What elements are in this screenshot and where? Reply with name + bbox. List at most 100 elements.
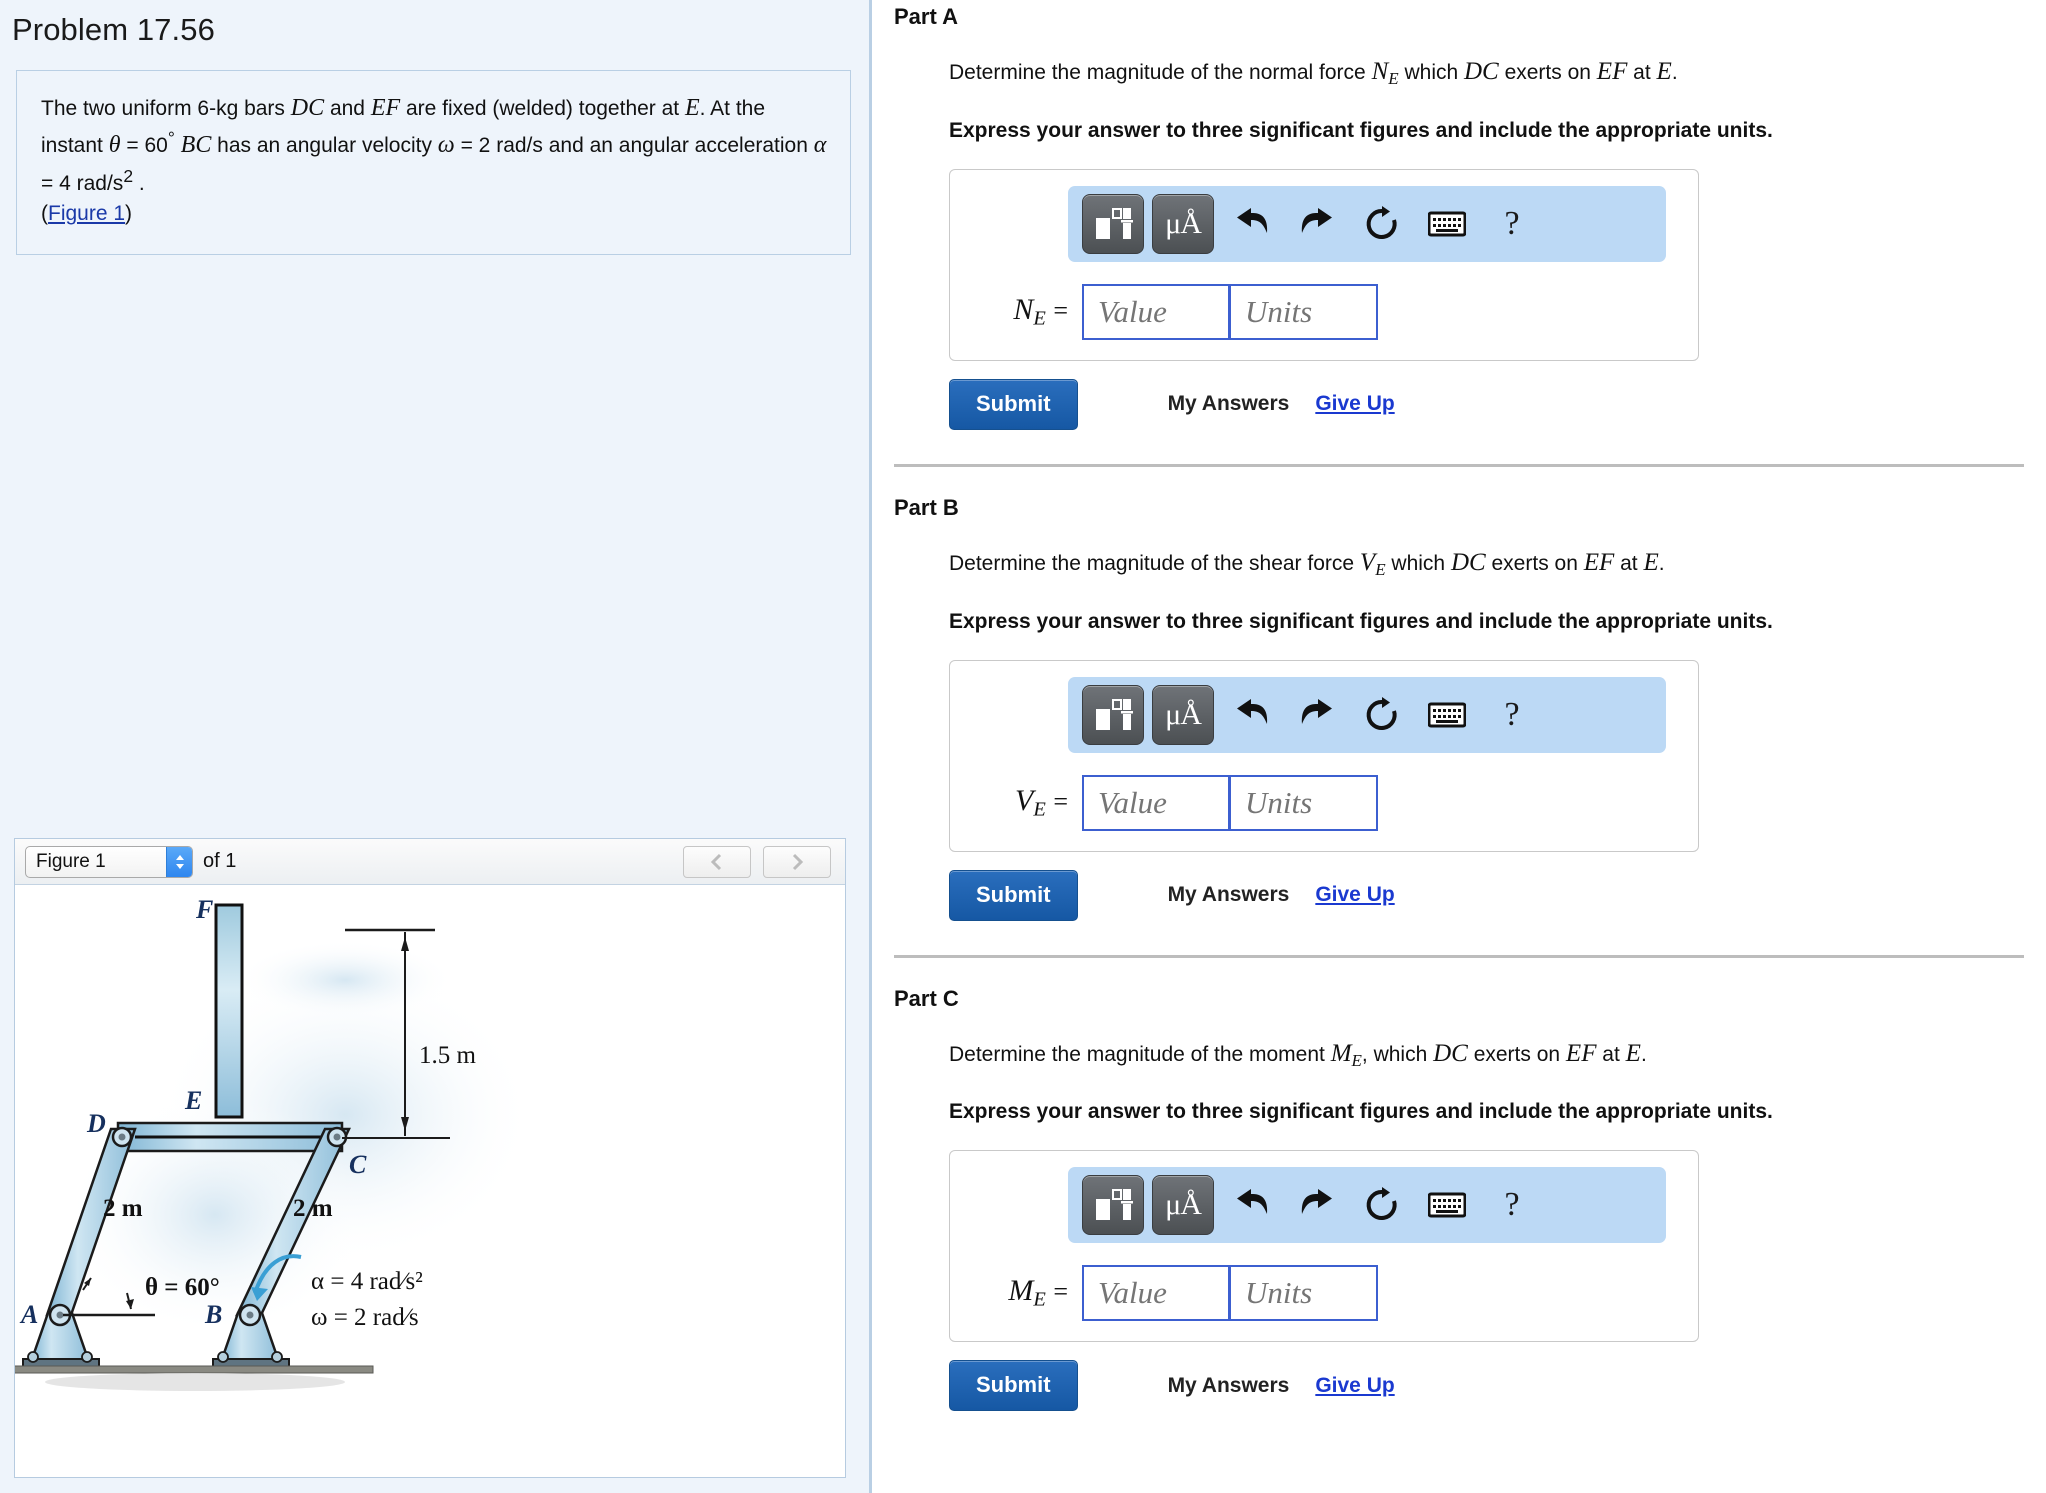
keyboard-glyph: [1428, 211, 1466, 237]
reset-icon[interactable]: [1352, 1175, 1412, 1235]
part-b-units-input[interactable]: [1230, 774, 1378, 831]
figure-link-wrap: (Figure 1): [41, 202, 132, 225]
mu-angstrom-glyph: μÅ: [1165, 1188, 1202, 1222]
redo-icon[interactable]: [1287, 685, 1347, 745]
part-c-equation-toolbar: μÅ ?: [1068, 1167, 1666, 1244]
math-template-icon[interactable]: [1082, 1175, 1144, 1236]
chevron-left-icon: [710, 853, 722, 870]
reset-glyph: [1366, 696, 1397, 730]
undo-icon[interactable]: [1222, 194, 1282, 254]
part-c-give-up-link[interactable]: Give Up: [1315, 1374, 1394, 1398]
part-a-value-input[interactable]: [1082, 283, 1230, 340]
mu-angstrom-glyph: μÅ: [1165, 206, 1202, 240]
question-mark-icon[interactable]: ?: [1482, 194, 1542, 254]
chevron-right-icon: [792, 853, 804, 870]
part-a-give-up-link[interactable]: Give Up: [1315, 392, 1394, 416]
keyboard-icon[interactable]: [1417, 194, 1477, 254]
redo-icon[interactable]: [1287, 194, 1347, 254]
undo-glyph: [1237, 1189, 1268, 1215]
problem-statement-text: The two uniform 6-kg bars DC and EF are …: [41, 91, 828, 230]
paren-open: (: [41, 202, 48, 226]
redo-glyph: [1301, 698, 1332, 724]
q-var: ME: [1330, 1039, 1362, 1070]
part-a-submit-button[interactable]: Submit: [949, 378, 1078, 430]
chevron-updown-icon: [166, 846, 192, 877]
label-D: D: [86, 1109, 106, 1138]
q-suffix: at: [1627, 61, 1657, 84]
part-a-my-answers-link[interactable]: My Answers: [1168, 392, 1290, 416]
left-problem-panel: Problem 17.56 The two uniform 6-kg bars …: [0, 0, 872, 1493]
part-b-title: Part B: [894, 494, 959, 520]
figure-next-button[interactable]: [763, 845, 831, 878]
label-height-dim: 1.5 m: [419, 1042, 477, 1069]
figure-prev-button[interactable]: [683, 845, 751, 878]
part-a-instruction: Express your answer to three significant…: [949, 118, 1773, 142]
label-omega: ω = 2 rad∕s: [311, 1304, 419, 1331]
q-period: .: [1671, 61, 1678, 84]
q-period: .: [1658, 551, 1665, 575]
part-a-answer-box: μÅ ? NE = Value Units: [949, 168, 1699, 361]
reset-icon[interactable]: [1352, 685, 1412, 745]
q-body2: EF: [1565, 1039, 1597, 1067]
undo-glyph: [1237, 698, 1268, 724]
part-a-section: Part A Determine the magnitude of the no…: [872, 0, 2046, 430]
q-end: E: [1643, 548, 1659, 576]
mu-angstrom-glyph: μÅ: [1165, 697, 1202, 731]
keyboard-icon[interactable]: [1417, 1175, 1477, 1235]
math-template-icon[interactable]: [1082, 684, 1144, 745]
question-mark-icon[interactable]: ?: [1482, 685, 1542, 745]
question-mark-icon[interactable]: ?: [1482, 1175, 1542, 1235]
part-b-instruction: Express your answer to three significant…: [949, 609, 1773, 633]
q-prefix: Determine the magnitude of the normal fo…: [949, 61, 1372, 84]
redo-glyph: [1301, 207, 1332, 233]
micro-angstrom-units-icon[interactable]: μÅ: [1152, 193, 1214, 254]
help-glyph: ?: [1504, 1186, 1520, 1224]
part-b-my-answers-link[interactable]: My Answers: [1168, 883, 1290, 907]
problem-statement-box: The two uniform 6-kg bars DC and EF are …: [16, 70, 851, 256]
q-prefix: Determine the magnitude of the shear for…: [949, 551, 1360, 575]
part-b-submit-button[interactable]: Submit: [949, 869, 1078, 921]
redo-glyph: [1301, 1189, 1332, 1215]
label-B: B: [204, 1300, 222, 1329]
label-right-length: 2 m: [293, 1195, 333, 1222]
template-glyph: [1096, 698, 1133, 730]
micro-angstrom-units-icon[interactable]: μÅ: [1152, 684, 1214, 745]
q-prefix: Determine the magnitude of the moment: [949, 1042, 1331, 1066]
part-c-value-input[interactable]: [1082, 1265, 1230, 1322]
q-mid2: exerts on: [1498, 61, 1597, 84]
part-b-value-input[interactable]: [1082, 774, 1230, 831]
part-b-section: Part B Determine the magnitude of the sh…: [872, 491, 2046, 921]
q-end: E: [1656, 58, 1672, 85]
spinner-arrows-icon: [175, 854, 184, 869]
math-template-icon[interactable]: [1082, 193, 1144, 254]
figure-select-value: Figure 1: [36, 850, 106, 872]
part-a-units-input[interactable]: [1230, 283, 1378, 340]
q-mid2: exerts on: [1467, 1042, 1566, 1066]
q-mid: , which: [1361, 1042, 1434, 1066]
part-b-give-up-link[interactable]: Give Up: [1315, 883, 1394, 907]
q-suffix: at: [1596, 1042, 1626, 1066]
part-c-submit-button[interactable]: Submit: [949, 1360, 1078, 1412]
q-body2: EF: [1596, 58, 1628, 85]
figure-toolbar: Figure 1 of 1: [15, 839, 845, 885]
redo-icon[interactable]: [1287, 1175, 1347, 1235]
part-c-instruction: Express your answer to three significant…: [949, 1100, 1773, 1124]
undo-icon[interactable]: [1222, 1175, 1282, 1235]
micro-angstrom-units-icon[interactable]: μÅ: [1152, 1175, 1214, 1236]
keyboard-glyph: [1428, 702, 1466, 727]
q-period: .: [1640, 1042, 1647, 1066]
section-divider-a-b: [894, 463, 2024, 467]
q-suffix: at: [1614, 551, 1644, 575]
q-body1: DC: [1464, 58, 1499, 85]
q-mid2: exerts on: [1485, 551, 1584, 575]
keyboard-icon[interactable]: [1417, 685, 1477, 745]
part-c-my-answers-link[interactable]: My Answers: [1168, 1374, 1290, 1398]
label-E: E: [184, 1086, 202, 1115]
part-c-units-input[interactable]: [1230, 1265, 1378, 1322]
undo-icon[interactable]: [1222, 685, 1282, 745]
figure-1-link[interactable]: Figure 1: [48, 202, 125, 225]
reset-icon[interactable]: [1352, 194, 1412, 254]
section-divider-b-c: [894, 954, 2024, 958]
label-A: A: [19, 1300, 38, 1329]
figure-select-dropdown[interactable]: Figure 1: [25, 845, 193, 878]
